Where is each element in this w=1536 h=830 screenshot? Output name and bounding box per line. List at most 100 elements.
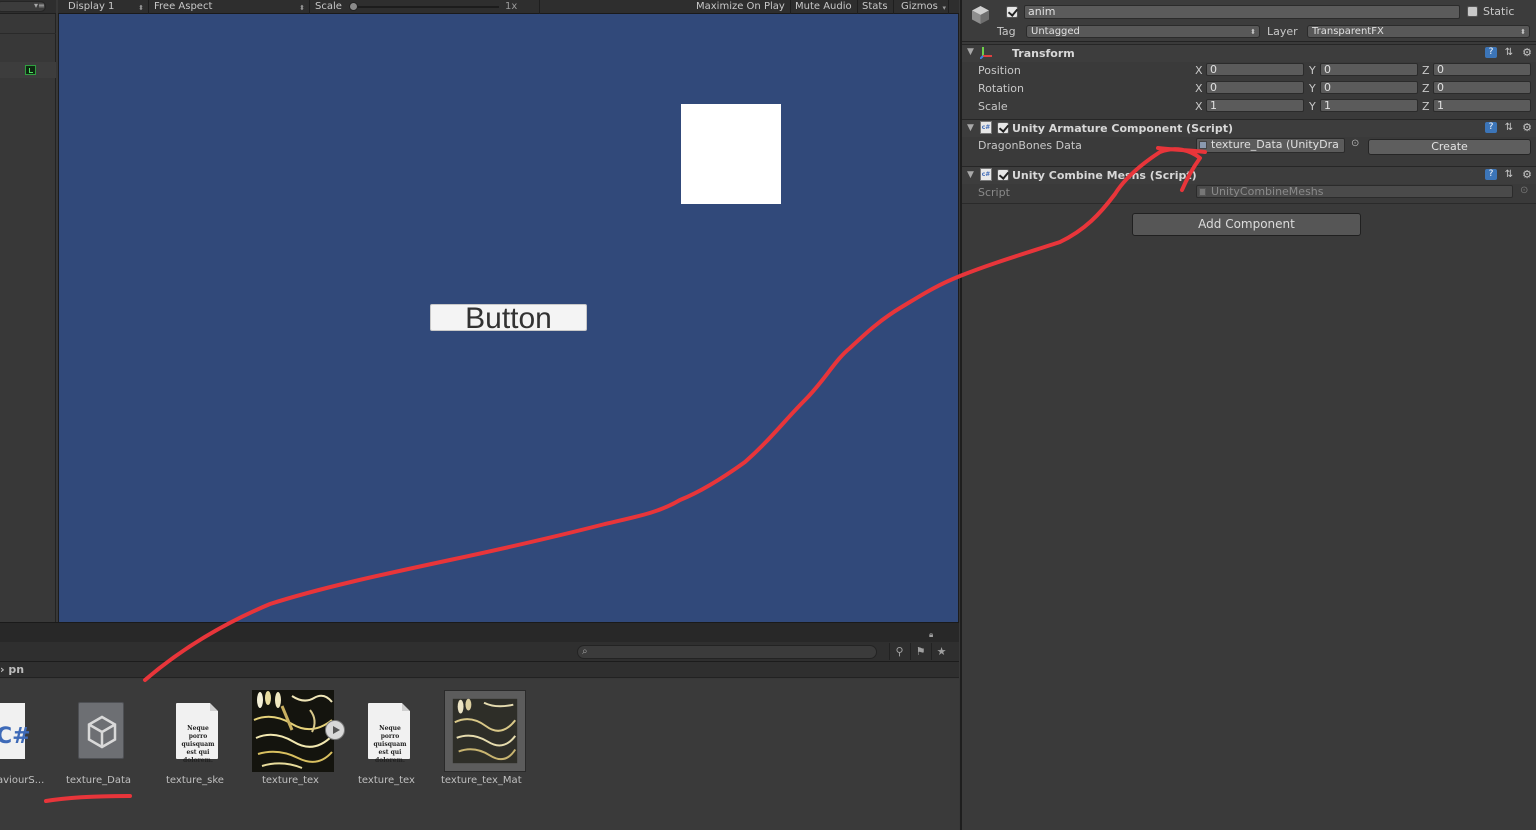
scale-label: Scale: [978, 100, 1008, 113]
material-preview-image: [452, 698, 518, 764]
script-icon: c#: [980, 168, 992, 181]
display-dropdown[interactable]: Display 1 ⬍: [63, 0, 149, 14]
scale-y-field[interactable]: 1: [1320, 99, 1418, 112]
preset-icon[interactable]: ⇅: [1503, 47, 1515, 58]
chevron-down-icon: ⬍: [1250, 28, 1256, 36]
play-subassets-icon[interactable]: [325, 720, 345, 740]
layer-value: TransparentFX: [1312, 26, 1384, 37]
asset-label: texture_tex_Mat: [441, 775, 522, 786]
maximize-on-play-toggle[interactable]: Maximize On Play: [691, 0, 791, 14]
selected-object-icon: [25, 65, 36, 75]
gizmos-dropdown[interactable]: Gizmos ▾: [896, 0, 949, 14]
game-view-toolbar: Display 1 ⬍ Free Aspect ⬍ Scale 1x Maxim…: [58, 0, 959, 14]
help-icon[interactable]: ?: [1485, 169, 1497, 180]
position-label: Position: [978, 64, 1021, 77]
position-y-field[interactable]: 0: [1320, 63, 1418, 76]
axis-x-label: X: [1195, 100, 1203, 113]
preset-icon[interactable]: ⇅: [1503, 122, 1515, 133]
script-file-icon: [1199, 188, 1206, 196]
breadcrumb[interactable]: › pn: [0, 663, 24, 676]
transform-title: Transform: [1012, 47, 1075, 60]
display-label: Display 1: [68, 1, 115, 12]
text-document-icon[interactable]: Neque porro quisquam est qui dolorem.: [176, 703, 218, 764]
rotation-y-field[interactable]: 0: [1320, 81, 1418, 94]
create-button[interactable]: Create: [1368, 139, 1531, 155]
script-field: UnityCombineMeshs: [1196, 185, 1513, 198]
document-preview-text: Neque porro quisquam est qui dolorem.: [181, 725, 215, 764]
scale-slider-track[interactable]: [351, 6, 499, 8]
texture-thumbnail[interactable]: [252, 690, 334, 772]
aspect-dropdown[interactable]: Free Aspect ⬍: [149, 0, 310, 14]
text-document-icon[interactable]: Neque porro quisquam est qui dolorem.: [368, 703, 410, 764]
search-icon: ⌕: [582, 646, 588, 657]
armature-component-title: Unity Armature Component (Script): [1012, 122, 1233, 135]
rotation-x-field[interactable]: 0: [1206, 81, 1304, 94]
hierarchy-panel: [0, 0, 56, 622]
combine-enabled-checkbox[interactable]: [997, 169, 1009, 181]
texture-atlas-image: [252, 690, 334, 772]
stats-toggle[interactable]: Stats: [857, 0, 894, 14]
chevron-down-icon: ⬍: [1520, 28, 1526, 36]
static-label: Static: [1483, 5, 1515, 18]
tag-value: Untagged: [1031, 26, 1080, 37]
asset-label: texture_tex: [262, 775, 319, 786]
tag-label: Tag: [997, 25, 1016, 38]
project-search-input[interactable]: [577, 645, 877, 659]
hierarchy-menu-icon[interactable]: ▾≡: [34, 1, 45, 10]
combine-component-title: Unity Combine Meshs (Script): [1012, 169, 1197, 182]
asset-reference-icon: [1199, 141, 1207, 149]
position-z-field[interactable]: 0: [1433, 63, 1531, 76]
scale-value: 1x: [500, 0, 540, 14]
rotation-label: Rotation: [978, 82, 1025, 95]
axis-y-label: Y: [1309, 100, 1316, 113]
gizmos-label: Gizmos: [901, 1, 938, 12]
help-icon[interactable]: ?: [1485, 47, 1497, 58]
white-sprite-square: [681, 104, 781, 204]
scale-z-field[interactable]: 1: [1433, 99, 1531, 112]
position-x-field[interactable]: 0: [1206, 63, 1304, 76]
gear-icon[interactable]: ⚙: [1521, 122, 1533, 133]
help-icon[interactable]: ?: [1485, 122, 1497, 133]
favorites-star-icon[interactable]: ★: [931, 643, 951, 660]
active-checkbox[interactable]: [1006, 6, 1018, 18]
gear-icon[interactable]: ⚙: [1521, 47, 1533, 58]
filter-by-type-icon[interactable]: ⚲: [889, 643, 909, 660]
scale-slider-thumb[interactable]: [349, 2, 358, 11]
inspector-divider: [962, 203, 1536, 204]
object-name-field[interactable]: anim: [1024, 5, 1460, 19]
script-icon: c#: [980, 121, 992, 134]
static-checkbox[interactable]: [1467, 6, 1478, 17]
filter-by-label-icon[interactable]: ⚑: [910, 643, 930, 660]
foldout-arrow-icon[interactable]: ▼: [967, 170, 974, 180]
layer-dropdown[interactable]: TransparentFX ⬍: [1307, 25, 1530, 38]
project-tab-bar: [0, 622, 959, 642]
material-thumbnail[interactable]: [444, 690, 526, 772]
add-component-button[interactable]: Add Component: [1132, 213, 1361, 236]
unity-asset-icon[interactable]: [78, 702, 124, 759]
aspect-label: Free Aspect: [154, 1, 213, 12]
tag-dropdown[interactable]: Untagged ⬍: [1026, 25, 1260, 38]
dragonbones-data-value: texture_Data (UnityDra: [1211, 138, 1339, 151]
lock-icon[interactable]: 🔒︎≡: [929, 630, 938, 649]
layer-label: Layer: [1267, 25, 1298, 38]
armature-enabled-checkbox[interactable]: [997, 122, 1009, 134]
gear-icon[interactable]: ⚙: [1521, 169, 1533, 180]
preset-icon[interactable]: ⇅: [1503, 169, 1515, 180]
mute-audio-toggle[interactable]: Mute Audio: [790, 0, 858, 14]
axis-z-label: Z: [1422, 82, 1430, 95]
asset-label: aviourS...: [0, 775, 45, 786]
component-icons: ? ⇅ ⚙: [1485, 122, 1533, 134]
foldout-arrow-icon[interactable]: ▼: [967, 123, 974, 133]
axis-x-label: X: [1195, 82, 1203, 95]
unity-logo-icon: [87, 715, 117, 749]
scale-x-field[interactable]: 1: [1206, 99, 1304, 112]
object-picker-icon[interactable]: ⊙: [1351, 138, 1359, 149]
game-ui-button[interactable]: Button: [430, 304, 587, 334]
asset-label: texture_ske: [166, 775, 224, 786]
dragonbones-data-field[interactable]: texture_Data (UnityDra: [1196, 138, 1345, 153]
rotation-z-field[interactable]: 0: [1433, 81, 1531, 94]
scale-label: Scale: [315, 1, 342, 12]
component-icons: ? ⇅ ⚙: [1485, 169, 1533, 181]
foldout-arrow-icon[interactable]: ▼: [967, 47, 974, 57]
document-preview-text: Neque porro quisquam est qui dolorem.: [373, 725, 407, 764]
